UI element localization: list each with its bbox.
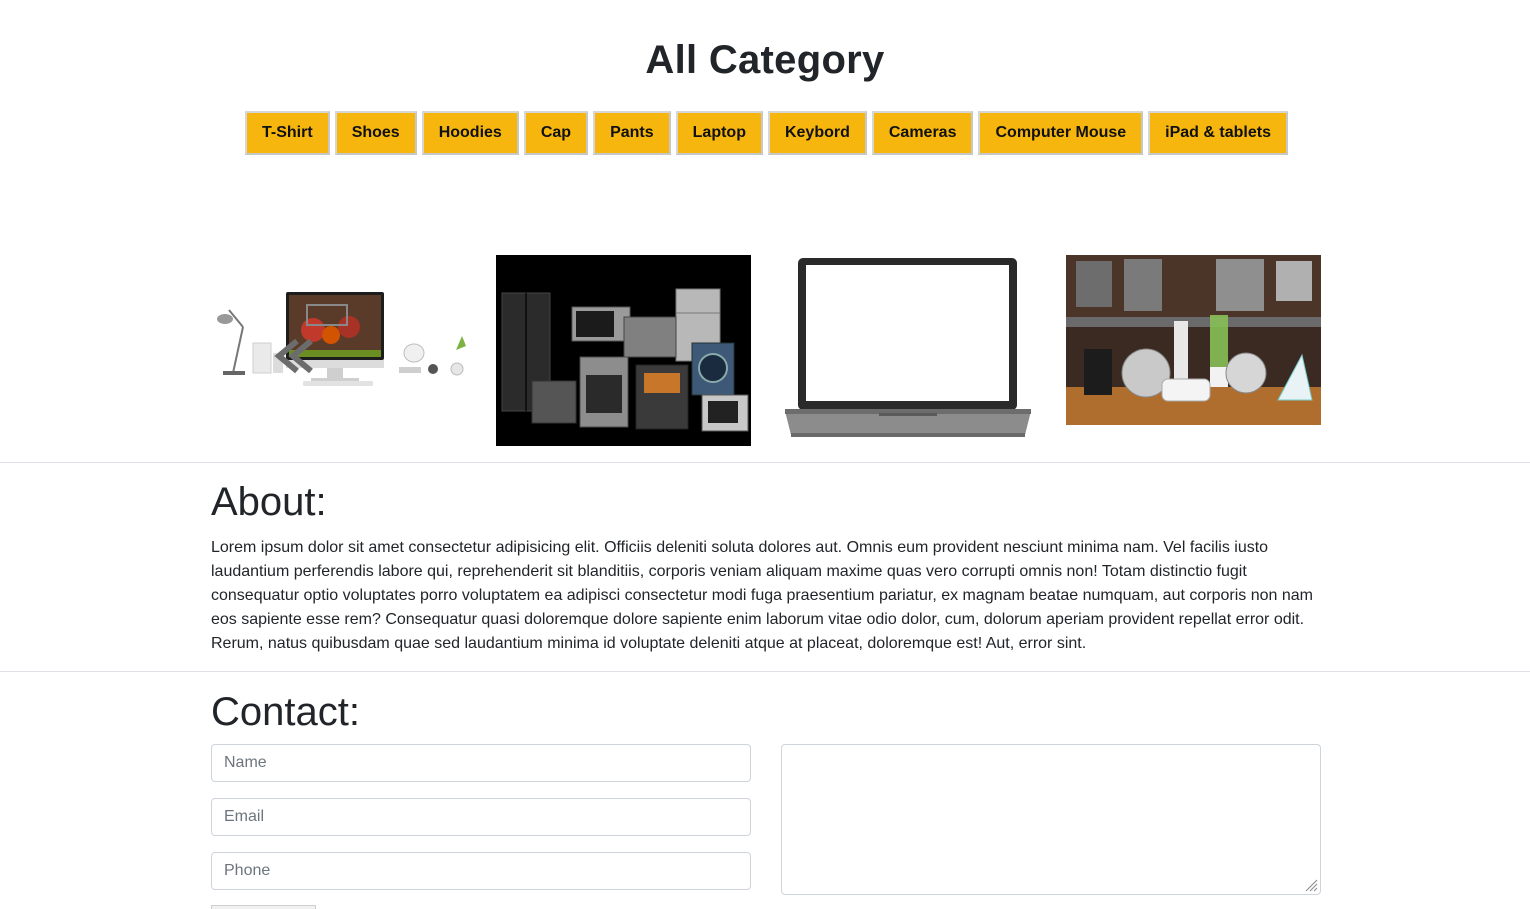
category-button-ipad-tablets[interactable]: iPad & tablets — [1148, 111, 1288, 155]
desktop-workspace-image[interactable] — [211, 255, 466, 450]
name-input[interactable] — [211, 744, 751, 782]
kitchen-appliances-image[interactable] — [1066, 255, 1321, 425]
category-button-t-shirt[interactable]: T-Shirt — [245, 111, 330, 155]
category-bar: T-Shirt Shoes Hoodies Cap Pants Laptop K… — [0, 111, 1530, 155]
about-heading: About: — [211, 480, 327, 524]
message-textarea[interactable] — [781, 744, 1321, 895]
submit-button[interactable] — [211, 905, 316, 909]
laptop-image[interactable] — [781, 255, 1036, 445]
resize-handle-icon[interactable] — [1304, 878, 1318, 892]
home-appliances-image[interactable] — [496, 255, 751, 446]
email-input[interactable] — [211, 798, 751, 836]
about-text: Lorem ipsum dolor sit amet consectetur a… — [211, 539, 1313, 652]
page-title: All Category — [645, 38, 885, 82]
contact-heading: Contact: — [211, 690, 360, 734]
category-button-laptop[interactable]: Laptop — [675, 111, 763, 155]
category-button-hoodies[interactable]: Hoodies — [421, 111, 519, 155]
product-image-carousel — [211, 255, 1321, 450]
category-button-cameras[interactable]: Cameras — [871, 111, 974, 155]
category-button-shoes[interactable]: Shoes — [334, 111, 417, 155]
section-divider — [0, 462, 1530, 463]
phone-input[interactable] — [211, 852, 751, 890]
category-button-computer-mouse[interactable]: Computer Mouse — [978, 111, 1144, 155]
category-button-pants[interactable]: Pants — [593, 111, 671, 155]
category-button-cap[interactable]: Cap — [523, 111, 589, 155]
section-divider — [0, 671, 1530, 672]
category-button-keybord[interactable]: Keybord — [767, 111, 867, 155]
